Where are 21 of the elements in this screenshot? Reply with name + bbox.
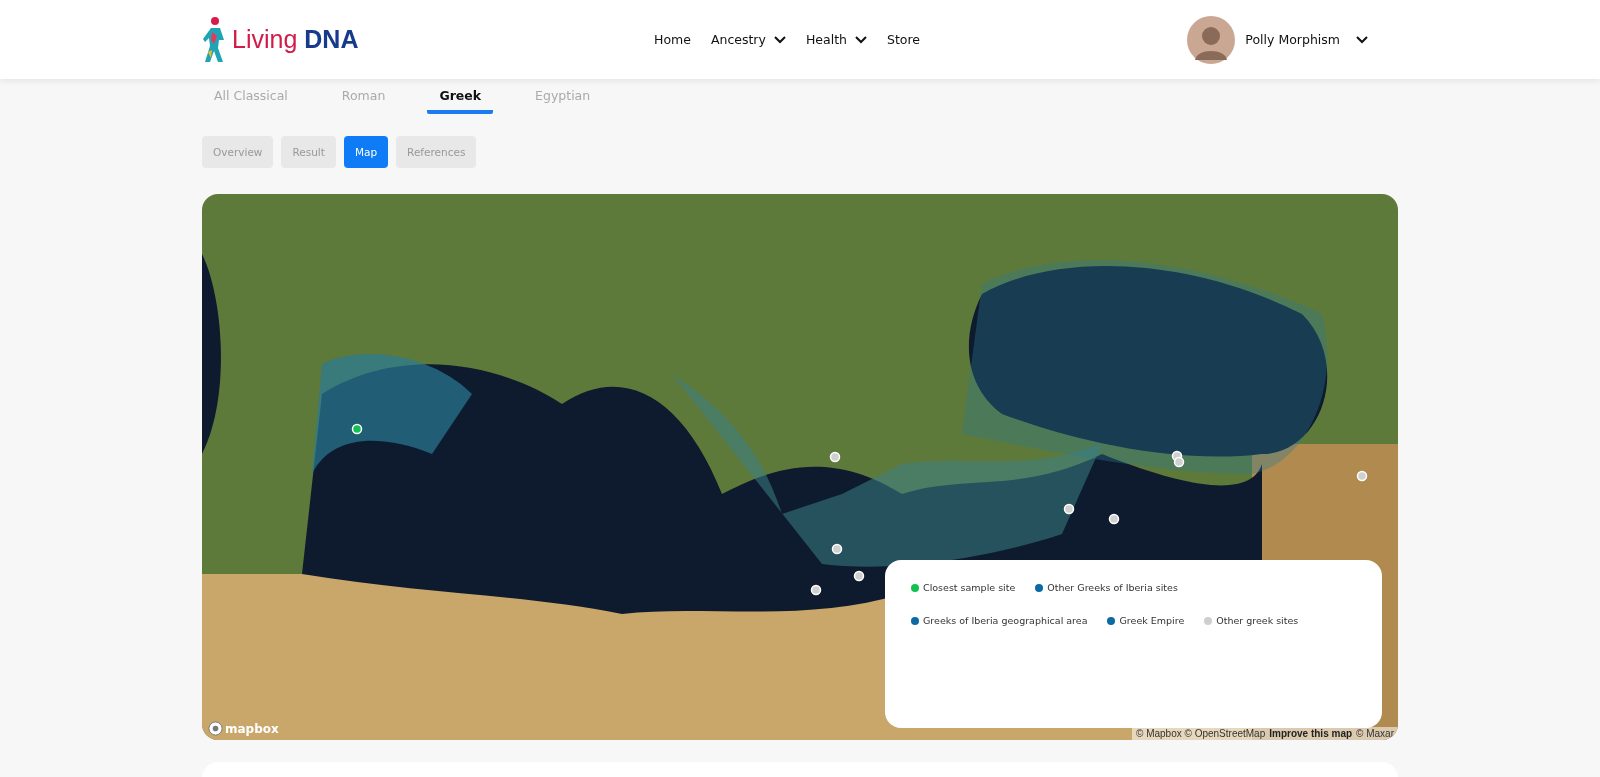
chevron-down-icon[interactable] xyxy=(1356,35,1368,44)
attribution-text: © Maxar xyxy=(1356,728,1394,739)
chevron-down-icon xyxy=(854,35,867,44)
legend-label: Closest sample site xyxy=(923,582,1016,593)
chevron-down-icon xyxy=(773,35,786,44)
tab[interactable]: Greek xyxy=(427,83,494,114)
logo-text[interactable]: Living DNA xyxy=(232,25,359,54)
improve-map-link[interactable]: Improve this map xyxy=(1269,728,1353,739)
mapbox-logo-icon xyxy=(208,721,223,736)
user-name[interactable]: Polly Morphism xyxy=(1245,32,1340,47)
nav-link[interactable]: Health xyxy=(805,32,867,47)
nav-link[interactable]: Store xyxy=(886,32,920,47)
attribution-text: © Mapbox © OpenStreetMap xyxy=(1136,728,1266,739)
nav-link[interactable]: Ancestry xyxy=(710,32,786,47)
section-button[interactable]: Map xyxy=(343,136,389,168)
avatar[interactable] xyxy=(1187,15,1236,64)
legend-label: Greek Empire xyxy=(1119,615,1185,626)
nav-link[interactable]: Home xyxy=(654,32,691,47)
legend-label: Greeks of Iberia geographical area xyxy=(923,615,1088,626)
legend-label: Other greek sites xyxy=(1216,615,1299,626)
legend-label: Other Greeks of Iberia sites xyxy=(1047,582,1178,593)
